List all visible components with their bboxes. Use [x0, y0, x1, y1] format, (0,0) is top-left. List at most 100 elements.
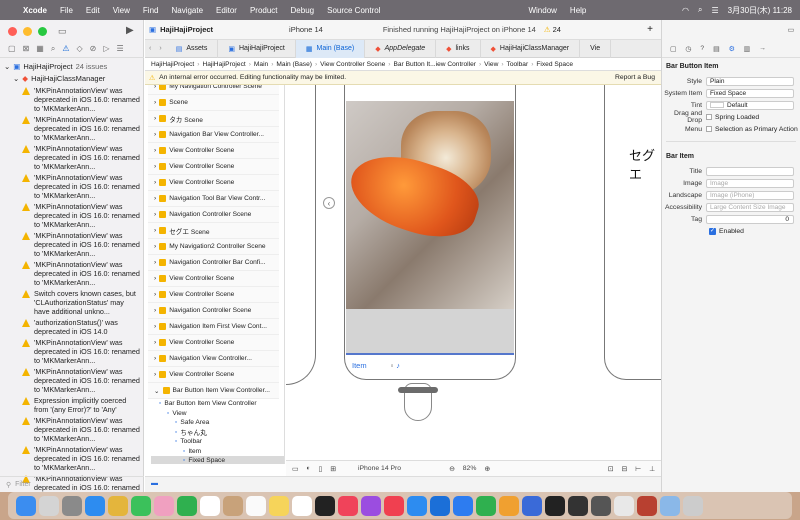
- issue-item[interactable]: 'MKPinAnnotationView' was deprecated in …: [0, 260, 144, 287]
- report-icon[interactable]: ☰: [117, 44, 124, 53]
- tv-icon[interactable]: [315, 495, 335, 516]
- calculator-icon[interactable]: [591, 495, 611, 516]
- issue-item[interactable]: 'MKPinAnnotationView' was deprecated in …: [0, 202, 144, 229]
- zoom-window-button[interactable]: [38, 27, 47, 36]
- outline-scene-row[interactable]: › Scene: [148, 95, 279, 111]
- history-icon[interactable]: ◷: [685, 45, 691, 53]
- app-store-icon[interactable]: [407, 495, 427, 516]
- outline-scene-row[interactable]: › Navigation Controller Bar Confi...: [148, 255, 279, 271]
- issue-item[interactable]: 'MKPinAnnotationView' was deprecated in …: [0, 338, 144, 365]
- scene-phone-frame[interactable]: Item ▫ ♪: [341, 85, 516, 380]
- outline-tree-item[interactable]: ▫ Bar Button Item View Controller: [151, 399, 284, 409]
- menu-editor[interactable]: Editor: [216, 6, 237, 15]
- safari-icon[interactable]: [85, 495, 105, 516]
- outline-tree-item[interactable]: ▫ View: [151, 409, 284, 419]
- enabled-checkbox[interactable]: ✓: [709, 227, 716, 235]
- menu-find[interactable]: Find: [143, 6, 159, 15]
- freeform-icon[interactable]: [292, 495, 312, 516]
- tab-links[interactable]: ◆ links: [436, 39, 481, 58]
- simulator-icon[interactable]: [522, 495, 542, 516]
- trash-icon[interactable]: [683, 495, 703, 516]
- connections-icon[interactable]: →: [759, 45, 766, 52]
- issue-item[interactable]: 'MKPinAnnotationView' was deprecated in …: [0, 144, 144, 171]
- bar-item[interactable]: Item: [352, 361, 367, 370]
- jumpbar-item[interactable]: Bar Button It...iew Controller: [393, 61, 475, 68]
- run-icon[interactable]: ▶: [126, 25, 134, 36]
- inspector-toggle-icon[interactable]: ▭: [788, 26, 794, 34]
- disclosure-icon[interactable]: ›: [154, 195, 156, 202]
- forward-icon[interactable]: ›: [155, 45, 165, 52]
- report-bug-button[interactable]: Report a Bug: [615, 74, 655, 81]
- launchpad-icon[interactable]: [39, 495, 59, 516]
- navigator-filter-input[interactable]: Filter: [15, 481, 31, 488]
- xcode-icon[interactable]: [430, 495, 450, 516]
- news-icon[interactable]: [384, 495, 404, 516]
- source-control-icon[interactable]: ⊠: [23, 44, 30, 53]
- issue-item[interactable]: 'MKPinAnnotationView' was deprecated in …: [0, 416, 144, 443]
- jumpbar-item[interactable]: HajiHajiProject: [151, 61, 194, 68]
- menu-help[interactable]: Help: [570, 6, 586, 15]
- disclosure-open-icon[interactable]: ⌄: [4, 62, 10, 71]
- tab-project[interactable]: ▣ HajiHajiProject: [218, 39, 296, 58]
- keynote-icon[interactable]: [453, 495, 473, 516]
- debug-area-toggle-icon[interactable]: ▬: [151, 480, 158, 487]
- disclosure-icon[interactable]: ›: [154, 243, 156, 250]
- issue-project-row[interactable]: ⌄ ▣ HajiHajiProject 24 issues: [0, 60, 144, 72]
- screen-recorder-icon[interactable]: [568, 495, 588, 516]
- app-menu[interactable]: Xcode: [23, 6, 47, 15]
- disclosure-icon[interactable]: ›: [154, 115, 156, 122]
- zoom-in-icon[interactable]: ⊕: [484, 465, 490, 473]
- disclosure-icon[interactable]: ›: [154, 323, 156, 330]
- image-field[interactable]: Image: [706, 178, 794, 188]
- outline-tree-item[interactable]: ▫ ちゃん丸: [151, 428, 284, 438]
- resolve-icon[interactable]: ⊥: [649, 465, 655, 473]
- disclosure-icon[interactable]: ›: [154, 99, 156, 106]
- adapt-icon[interactable]: ⊞: [330, 465, 336, 473]
- menu-view[interactable]: View: [113, 6, 130, 15]
- disclosure-icon[interactable]: ›: [154, 371, 156, 378]
- facetime-icon[interactable]: [177, 495, 197, 516]
- music-icon[interactable]: [338, 495, 358, 516]
- disclosure-icon[interactable]: ›: [154, 355, 156, 362]
- device-config[interactable]: iPhone 14 Pro: [358, 465, 401, 472]
- minimize-window-button[interactable]: [23, 27, 32, 36]
- project-scheme-title[interactable]: HajiHajiProject: [160, 25, 213, 34]
- outline-scene-row[interactable]: › View Controller Scene: [148, 335, 279, 351]
- file-inspector-icon[interactable]: ▢: [670, 45, 676, 53]
- tab-view[interactable]: Vie: [580, 39, 612, 58]
- device-selector[interactable]: iPhone 14: [289, 25, 323, 34]
- outline-scene-row[interactable]: › View Controller Scene: [148, 367, 279, 383]
- jumpbar-item[interactable]: Fixed Space: [536, 61, 573, 68]
- orientation-icon[interactable]: ▯: [319, 465, 323, 473]
- disclosure-icon[interactable]: ›: [154, 339, 156, 346]
- jumpbar-item[interactable]: Main (Base): [276, 61, 312, 68]
- disclosure-icon[interactable]: ›: [154, 147, 156, 154]
- notes-icon[interactable]: [269, 495, 289, 516]
- outline-scene-row[interactable]: › View Controller Scene: [148, 271, 279, 287]
- tag-stepper[interactable]: 0: [706, 214, 794, 224]
- outline-scene-row[interactable]: › Navigation Controller Scene: [148, 303, 279, 319]
- outline-scene-row[interactable]: › View Controller Scene: [148, 287, 279, 303]
- accessibility-field[interactable]: Large Content Size Image: [706, 202, 794, 212]
- terminal-icon[interactable]: [545, 495, 565, 516]
- outline-scene-row[interactable]: › View Controller Scene: [148, 175, 279, 191]
- landscape-field[interactable]: Image (iPhone): [706, 190, 794, 200]
- control-center-icon[interactable]: ☰: [712, 6, 719, 15]
- identity-icon[interactable]: ▤: [713, 45, 719, 53]
- menu-edit[interactable]: Edit: [86, 6, 100, 15]
- dictionary-icon[interactable]: [637, 495, 657, 516]
- library-add-icon[interactable]: +: [647, 24, 653, 35]
- fixed-space-item[interactable]: ▫ ♪: [391, 361, 400, 370]
- jumpbar-item[interactable]: View Controller Scene: [320, 61, 385, 68]
- outline-tree-item[interactable]: ▫ Item: [151, 447, 284, 457]
- outline-scene-row[interactable]: › Navigation View Controller...: [148, 351, 279, 367]
- issue-item[interactable]: 'authorizationStatus()' was deprecated i…: [0, 318, 144, 336]
- issue-item[interactable]: Expression implicitly coerced from '(any…: [0, 396, 144, 414]
- find-icon[interactable]: ⌕: [51, 44, 55, 54]
- issue-item[interactable]: 'MKPinAnnotationView' was deprecated in …: [0, 231, 144, 258]
- outline-scene-row[interactable]: › Navigation Bar View Controller...: [148, 127, 279, 143]
- issue-item[interactable]: 'MKPinAnnotationView' was deprecated in …: [0, 367, 144, 394]
- warning-icon[interactable]: ⚠: [544, 25, 551, 34]
- outline-scene-row[interactable]: › タカ Scene: [148, 111, 279, 127]
- back-icon[interactable]: ‹: [145, 45, 155, 52]
